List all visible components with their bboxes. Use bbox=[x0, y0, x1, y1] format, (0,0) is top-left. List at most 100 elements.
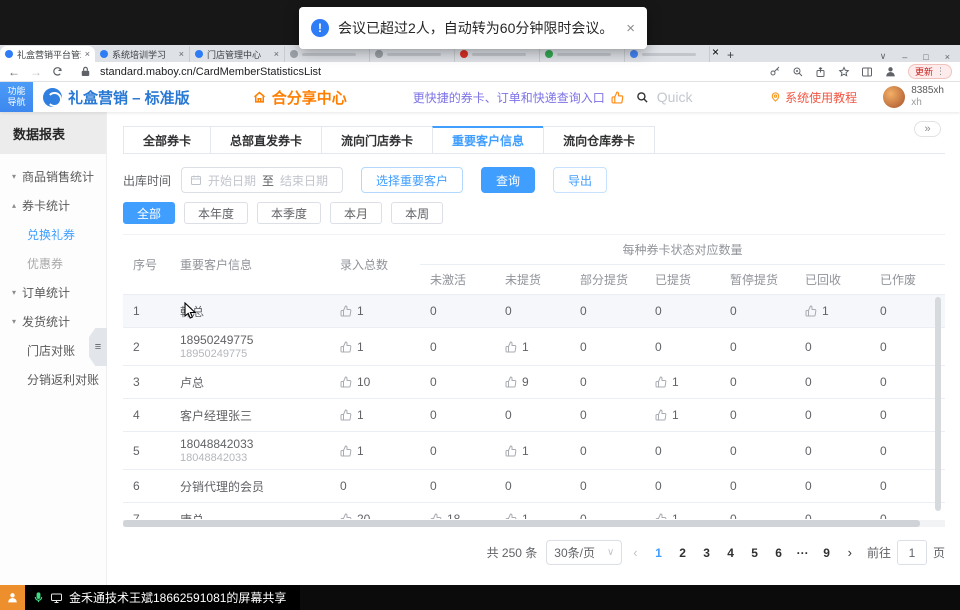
hand-point-icon bbox=[340, 445, 352, 457]
cell-status[interactable]: 1 bbox=[495, 512, 570, 519]
tab-close-icon[interactable]: × bbox=[274, 49, 279, 59]
content-tab[interactable]: 全部券卡 bbox=[123, 126, 210, 153]
page-number-button[interactable]: 2 bbox=[673, 540, 693, 565]
sidebar-item[interactable]: ▾发货统计 bbox=[0, 307, 106, 336]
cell-status: 0 bbox=[870, 408, 945, 422]
share-center-link[interactable]: 合分享中心 bbox=[252, 87, 347, 108]
cell-customer[interactable]: 卢总 bbox=[170, 374, 330, 391]
next-page-button[interactable]: › bbox=[846, 545, 854, 560]
select-customer-button[interactable]: 选择重要客户 bbox=[361, 167, 463, 193]
content-tab[interactable]: 重要客户信息 bbox=[432, 126, 543, 153]
cell-status[interactable]: 1 bbox=[795, 304, 870, 318]
vertical-scrollbar[interactable] bbox=[935, 297, 941, 511]
browser-menu-chevron-icon[interactable]: ∨ bbox=[880, 51, 887, 62]
cell-status[interactable]: 1 bbox=[645, 512, 720, 519]
browser-tab[interactable]: 系统培训学习× bbox=[95, 46, 190, 62]
reload-icon[interactable] bbox=[52, 66, 63, 77]
horizontal-scrollbar[interactable] bbox=[123, 520, 945, 527]
table-row[interactable]: 5180488420331804884203310100000 bbox=[123, 432, 945, 470]
new-tab-button[interactable]: + bbox=[727, 48, 734, 62]
sidebar-item[interactable]: 兑换礼券 bbox=[0, 220, 106, 249]
page-number-button[interactable]: 1 bbox=[649, 540, 669, 565]
search-icon[interactable] bbox=[636, 91, 649, 104]
close-window-button[interactable]: × bbox=[945, 52, 950, 62]
page-number-button[interactable]: 6 bbox=[769, 540, 789, 565]
content-tab[interactable]: 流向仓库券卡 bbox=[543, 126, 655, 153]
quick-filter-button[interactable]: 本年度 bbox=[184, 202, 248, 224]
user-box[interactable]: 8385xh xh bbox=[883, 85, 944, 109]
quick-search-label[interactable]: Quick bbox=[657, 89, 693, 105]
zoom-icon[interactable] bbox=[792, 66, 804, 78]
participant-icon[interactable] bbox=[0, 585, 25, 610]
table-row[interactable]: 7唐总2018101000 bbox=[123, 503, 945, 519]
page-size-select[interactable]: 30条/页 ∨ bbox=[546, 540, 622, 565]
page-number-button[interactable]: 3 bbox=[697, 540, 717, 565]
cell-status[interactable]: 18 bbox=[420, 512, 495, 519]
cell-customer[interactable]: 1804884203318048842033 bbox=[170, 437, 330, 464]
cell-status[interactable]: 9 bbox=[495, 375, 570, 389]
cell-total[interactable]: 1 bbox=[330, 304, 420, 318]
cell-total[interactable]: 10 bbox=[330, 375, 420, 389]
sidebar-item[interactable]: ▴券卡统计 bbox=[0, 191, 106, 220]
sidebar-item[interactable]: ▾商品销售统计 bbox=[0, 162, 106, 191]
page-number-button[interactable]: 9 bbox=[817, 540, 837, 565]
split-screen-icon[interactable] bbox=[861, 66, 873, 78]
share-icon[interactable] bbox=[815, 66, 827, 78]
tutorial-link[interactable]: 系统使用教程 bbox=[770, 89, 857, 106]
quick-filter-button[interactable]: 本月 bbox=[330, 202, 382, 224]
page-ellipsis[interactable]: ··· bbox=[793, 540, 813, 565]
close-icon[interactable]: × bbox=[626, 20, 635, 37]
forward-button[interactable]: → bbox=[30, 66, 42, 78]
browser-tab[interactable]: 礼盒营销平台管理中心× bbox=[0, 46, 95, 62]
sidebar-item[interactable]: ▾订单统计 bbox=[0, 278, 106, 307]
cell-customer[interactable]: 1895024977518950249775 bbox=[170, 333, 330, 360]
column-header-status: 已作废 bbox=[870, 265, 945, 295]
table-row[interactable]: 4客户经理张三10001000 bbox=[123, 399, 945, 432]
sidebar-collapse-handle[interactable]: ≡ bbox=[89, 328, 107, 366]
table-row[interactable]: 2189502497751895024977510100000 bbox=[123, 328, 945, 366]
cell-total[interactable]: 1 bbox=[330, 340, 420, 354]
export-button[interactable]: 导出 bbox=[553, 167, 607, 193]
cell-status[interactable]: 1 bbox=[495, 444, 570, 458]
page-number-button[interactable]: 5 bbox=[745, 540, 765, 565]
cell-status[interactable]: 1 bbox=[645, 408, 720, 422]
quick-filter-button[interactable]: 全部 bbox=[123, 202, 175, 224]
url-text[interactable]: standard.maboy.cn/CardMemberStatisticsLi… bbox=[100, 66, 321, 78]
sidebar-item[interactable]: 分销返利对账 bbox=[0, 365, 106, 394]
back-button[interactable]: ← bbox=[8, 66, 20, 78]
goto-page-input[interactable] bbox=[897, 540, 927, 565]
tab-close-icon[interactable]: × bbox=[712, 45, 719, 59]
maximize-button[interactable]: □ bbox=[923, 52, 928, 62]
sidebar-item[interactable]: 优惠券 bbox=[0, 249, 106, 278]
tab-close-icon[interactable]: × bbox=[85, 49, 90, 59]
cell-customer[interactable]: 分销代理的会员 bbox=[170, 478, 330, 495]
quick-entry-link[interactable]: 更快捷的券卡、订单和快递查询入口 bbox=[413, 89, 605, 106]
cell-customer[interactable]: 客户经理张三 bbox=[170, 407, 330, 424]
expand-button[interactable]: » bbox=[914, 121, 941, 137]
key-icon[interactable] bbox=[769, 66, 781, 78]
prev-page-button[interactable]: ‹ bbox=[631, 545, 639, 560]
cell-status[interactable]: 1 bbox=[495, 340, 570, 354]
bookmark-star-icon[interactable] bbox=[838, 66, 850, 78]
table-row[interactable]: 3卢总100901000 bbox=[123, 366, 945, 399]
cell-total[interactable]: 1 bbox=[330, 408, 420, 422]
content-tab[interactable]: 流向门店券卡 bbox=[321, 126, 432, 153]
profile-icon[interactable] bbox=[884, 65, 897, 78]
cell-total[interactable]: 1 bbox=[330, 444, 420, 458]
nav-toggle-button[interactable]: 功能导航 bbox=[0, 82, 33, 112]
update-button[interactable]: 更新 ⋮ bbox=[908, 64, 952, 79]
minimize-button[interactable]: – bbox=[902, 52, 907, 62]
query-button[interactable]: 查询 bbox=[481, 167, 535, 193]
tab-close-icon[interactable]: × bbox=[179, 49, 184, 59]
date-range-input[interactable]: 开始日期 至 结束日期 bbox=[181, 167, 343, 193]
quick-filter-button[interactable]: 本周 bbox=[391, 202, 443, 224]
table-row[interactable]: 1韩总10000010 bbox=[123, 295, 945, 328]
browser-tab[interactable]: 门店管理中心× bbox=[190, 46, 285, 62]
page-number-button[interactable]: 4 bbox=[721, 540, 741, 565]
quick-filter-button[interactable]: 本季度 bbox=[257, 202, 321, 224]
cell-customer[interactable]: 唐总 bbox=[170, 511, 330, 520]
cell-status[interactable]: 1 bbox=[645, 375, 720, 389]
table-row[interactable]: 6分销代理的会员00000000 bbox=[123, 470, 945, 503]
content-tab[interactable]: 总部直发券卡 bbox=[210, 126, 321, 153]
cell-total[interactable]: 20 bbox=[330, 512, 420, 519]
